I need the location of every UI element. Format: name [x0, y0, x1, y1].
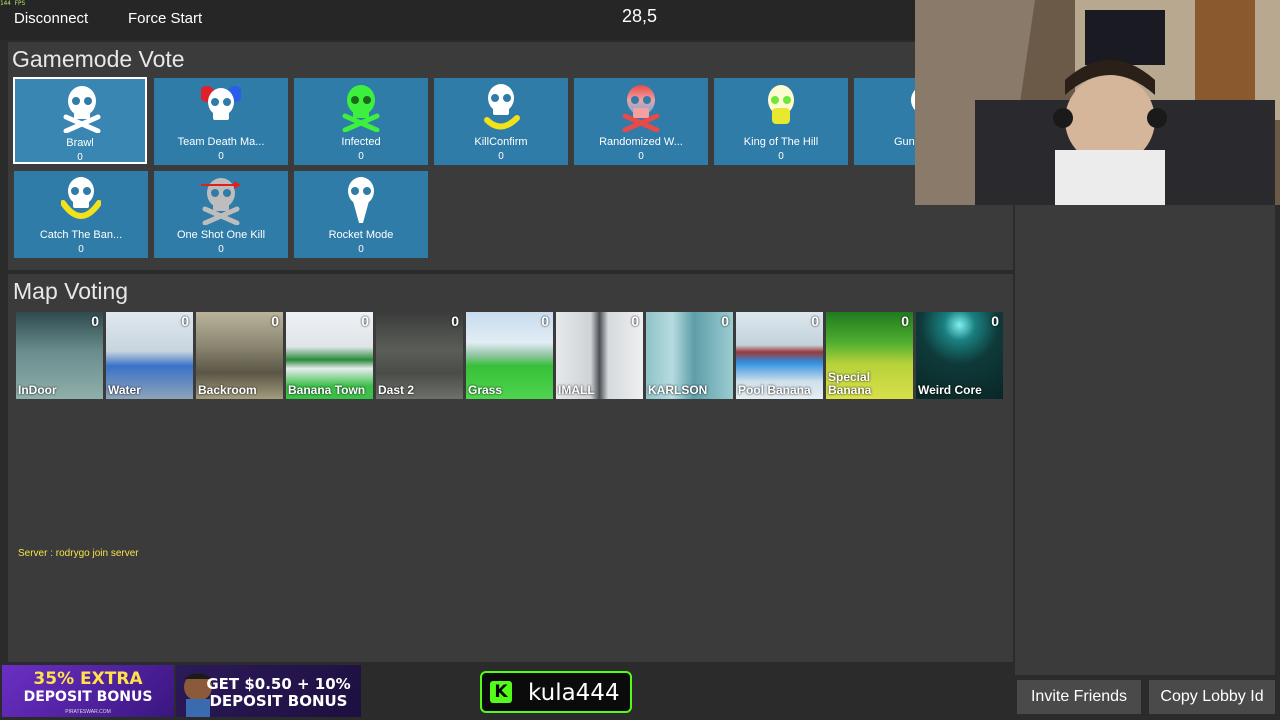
skull-white-icon: [63, 86, 101, 133]
promo-headline: 35% EXTRA: [33, 669, 143, 689]
disconnect-button[interactable]: Disconnect: [14, 10, 88, 27]
promo-headline: GET $0.50 + 10%: [206, 675, 351, 693]
map-card-dast-2[interactable]: 0 Dast 2: [376, 312, 463, 399]
map-card-grass[interactable]: 0 Grass: [466, 312, 553, 399]
gamemode-label: One Shot One Kill: [176, 229, 266, 241]
map-card-indoor[interactable]: 0 InDoor: [16, 312, 103, 399]
map-card-backroom[interactable]: 0 Backroom: [196, 312, 283, 399]
skull-green-icon: [342, 85, 380, 132]
map-vote-count: 0: [631, 313, 639, 329]
gamemode-card-king-of-the-hill[interactable]: King of The Hill 0: [714, 78, 848, 165]
map-label: IMALL: [558, 383, 595, 397]
map-label: Banana Town: [288, 383, 366, 397]
map-label: Backroom: [198, 383, 257, 397]
gamemode-label: Catch The Ban...: [39, 229, 123, 241]
gamemode-count: 0: [218, 244, 224, 255]
map-vote-count: 0: [181, 313, 189, 329]
fps-counter: 144 FPS: [0, 0, 26, 7]
gamemode-label: Gun: [894, 136, 915, 148]
gamemode-card-catch-the-banana[interactable]: Catch The Ban... 0: [14, 171, 148, 258]
gamemode-label: Rocket Mode: [328, 229, 394, 241]
gamemode-count: 0: [78, 244, 84, 255]
kick-channel-badge: K kula444: [480, 671, 632, 713]
gamemode-card-brawl[interactable]: Brawl 0: [13, 77, 147, 164]
map-vote-count: 0: [811, 313, 819, 329]
promo-banner-bonus[interactable]: GET $0.50 + 10% DEPOSIT BONUS: [176, 665, 361, 717]
gamemode-vote-title: Gamemode Vote: [12, 46, 185, 72]
gamemode-label: KillConfirm: [474, 136, 528, 148]
gamemode-card-randomized-weapons[interactable]: Randomized W... 0: [574, 78, 708, 165]
gamemode-count: 0: [358, 244, 364, 255]
map-label: Water: [108, 383, 141, 397]
map-label: Pool Banana: [738, 383, 811, 397]
gamemode-count: 0: [778, 151, 784, 162]
force-start-button[interactable]: Force Start: [128, 10, 202, 27]
map-label: Special Banana: [828, 370, 872, 397]
skull-arrow-icon: [201, 178, 241, 225]
map-label: Dast 2: [378, 383, 415, 397]
map-label: Grass: [468, 383, 503, 397]
map-card-weird-core[interactable]: 0 Weird Core: [916, 312, 1003, 399]
map-card-karlson[interactable]: 0 KARLSON: [646, 312, 733, 399]
gamemode-label: Infected: [341, 136, 381, 148]
lobby-panel: [1015, 200, 1275, 675]
map-voting-title: Map Voting: [13, 278, 129, 304]
gamemode-count: 0: [498, 151, 504, 162]
kick-username: kula444: [528, 680, 620, 706]
gamemode-card-team-death-match[interactable]: Team Death Ma... 0: [154, 78, 288, 165]
gamemode-count: 0: [77, 152, 83, 163]
promo-subline: DEPOSIT BONUS: [23, 689, 153, 705]
gamemode-count: 0: [638, 151, 644, 162]
map-card-water[interactable]: 0 Water: [106, 312, 193, 399]
map-card-pool-banana[interactable]: 0 Pool Banana: [736, 312, 823, 399]
chat-message: Server : rodrygo join server: [18, 548, 139, 559]
webcam-overlay: [915, 0, 1280, 205]
gamemode-count: 0: [218, 151, 224, 162]
gamemode-card-rocket-mode[interactable]: Rocket Mode 0: [294, 171, 428, 258]
gamemode-label: King of The Hill: [743, 136, 819, 148]
invite-friends-button[interactable]: Invite Friends: [1017, 680, 1141, 714]
map-vote-count: 0: [361, 313, 369, 329]
map-card-special-banana[interactable]: 0 Special Banana: [826, 312, 913, 399]
gamemode-label: Team Death Ma...: [177, 136, 265, 148]
gamemode-card-one-shot-one-kill[interactable]: One Shot One Kill 0: [154, 171, 288, 258]
map-vote-count: 0: [901, 313, 909, 329]
gamemode-card-infected[interactable]: Infected 0: [294, 78, 428, 165]
vote-timer: 28,5: [622, 6, 658, 26]
map-label: KARLSON: [648, 383, 708, 397]
skull-gun-icon: [911, 89, 915, 111]
gamemode-label: Brawl: [66, 137, 94, 149]
gamemode-card-killconfirm[interactable]: KillConfirm 0: [434, 78, 568, 165]
map-label: InDoor: [18, 383, 57, 397]
map-card-banana-town[interactable]: 0 Banana Town: [286, 312, 373, 399]
gamemode-label: Randomized W...: [599, 136, 683, 148]
gamemode-card-gun[interactable]: Gun: [854, 78, 915, 165]
map-vote-count: 0: [721, 313, 729, 329]
map-vote-count: 0: [541, 313, 549, 329]
gamemode-count: 0: [358, 151, 364, 162]
skull-banana-icon: [484, 84, 520, 130]
map-vote-count: 0: [91, 313, 99, 329]
map-card-imall[interactable]: 0 IMALL: [556, 312, 643, 399]
rocket-skull-icon: [348, 177, 374, 223]
map-label: Weird Core: [918, 383, 982, 397]
webcam-image: [915, 0, 1280, 205]
promo-site: PIRATESWAR.COM: [65, 709, 111, 715]
map-vote-count: 0: [991, 313, 999, 329]
skull-yellow-icon: [768, 85, 794, 124]
kick-logo-icon: K: [490, 681, 512, 703]
skull-rainbow-icon: [622, 85, 660, 132]
skull-team-icon: [201, 86, 241, 120]
map-vote-count: 0: [271, 313, 279, 329]
map-vote-count: 0: [451, 313, 459, 329]
promo-subline: DEPOSIT BONUS: [209, 692, 348, 710]
promo-banner-deposit[interactable]: 35% EXTRA DEPOSIT BONUS PIRATESWAR.COM: [2, 665, 174, 717]
skull-banana-arc-icon: [61, 177, 101, 219]
section-divider: [8, 270, 1013, 274]
copy-lobby-id-button[interactable]: Copy Lobby Id: [1149, 680, 1275, 714]
